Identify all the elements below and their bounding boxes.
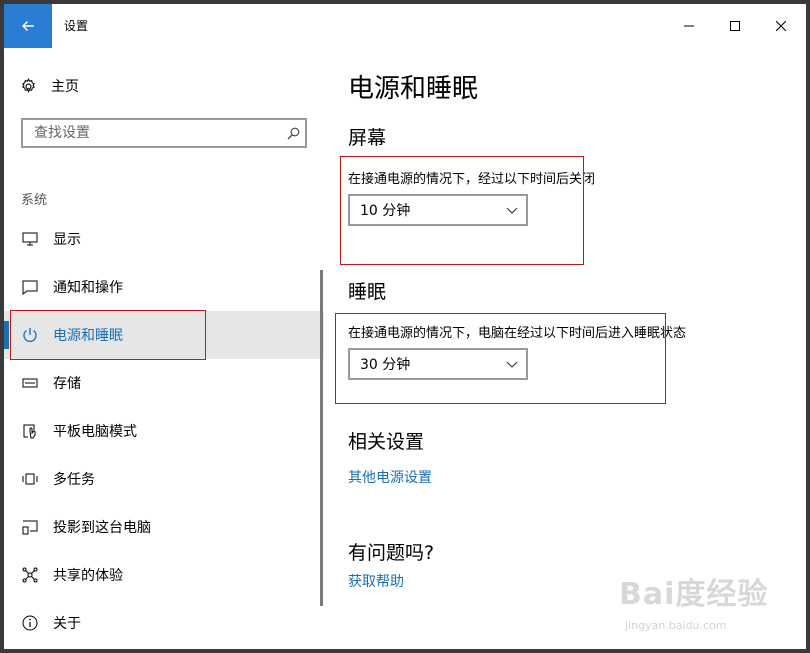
get-help-link[interactable]: 获取帮助 (348, 571, 404, 591)
title-bar: 设置 (4, 4, 806, 48)
sidebar-item-about[interactable]: 关于 (4, 599, 324, 647)
power-icon (21, 326, 39, 344)
drive-icon (21, 374, 39, 392)
sleep-timeout-value: 30 分钟 (360, 357, 411, 373)
additional-power-settings-link[interactable]: 其他电源设置 (348, 467, 432, 487)
search-box[interactable] (21, 118, 307, 148)
sidebar-item-power-sleep[interactable]: 电源和睡眠 (4, 311, 324, 359)
sidebar-item-label: 多任务 (53, 472, 95, 488)
screen-timeout-dropdown[interactable]: 10 分钟 (348, 194, 528, 226)
sleep-timeout-label: 在接通电源的情况下，电脑在经过以下时间后进入睡眠状态 (348, 326, 687, 341)
multitask-icon (21, 470, 39, 488)
maximize-icon (730, 21, 740, 31)
sidebar-item-shared-experiences[interactable]: 共享的体验 (4, 551, 324, 599)
related-settings-heading: 相关设置 (348, 431, 425, 453)
search-input[interactable] (32, 124, 281, 142)
page-title: 电源和睡眠 (348, 74, 479, 104)
sidebar-item-storage[interactable]: 存储 (4, 359, 324, 407)
chevron-down-icon (506, 361, 518, 368)
main-content: 电源和睡眠 屏幕 在接通电源的情况下，经过以下时间后关闭 10 分钟 睡眠 在接… (324, 48, 806, 649)
sidebar-item-label: 关于 (53, 616, 81, 632)
message-icon (21, 278, 39, 296)
sidebar-item-label: 显示 (53, 232, 81, 248)
close-icon (776, 21, 786, 31)
close-button[interactable] (758, 4, 804, 48)
share-icon (21, 566, 39, 584)
home-label: 主页 (51, 79, 79, 95)
sidebar-item-label: 平板电脑模式 (53, 424, 137, 440)
sidebar-item-multitasking[interactable]: 多任务 (4, 455, 324, 503)
screen-timeout-value: 10 分钟 (360, 203, 411, 219)
back-button[interactable] (4, 4, 52, 48)
monitor-icon (21, 230, 39, 248)
question-heading: 有问题吗? (348, 542, 435, 564)
sidebar: 主页 系统 显示 通知和操作 (4, 48, 324, 649)
gear-icon (22, 77, 35, 93)
sidebar-item-project[interactable]: 投影到这台电脑 (4, 503, 324, 551)
sidebar-item-display[interactable]: 显示 (4, 215, 324, 263)
sleep-timeout-dropdown[interactable]: 30 分钟 (348, 348, 528, 380)
section-label-system: 系统 (21, 193, 48, 208)
sidebar-item-notifications[interactable]: 通知和操作 (4, 263, 324, 311)
sidebar-item-label: 投影到这台电脑 (53, 520, 151, 536)
project-icon (21, 518, 39, 536)
tablet-mode-icon (21, 422, 39, 440)
window-title: 设置 (64, 19, 89, 33)
sidebar-item-label: 存储 (53, 376, 81, 392)
sidebar-item-label: 共享的体验 (53, 568, 123, 584)
back-arrow-icon (22, 21, 34, 31)
screen-heading: 屏幕 (348, 127, 387, 149)
sidebar-item-label: 电源和睡眠 (53, 328, 123, 344)
chevron-down-icon (506, 207, 518, 214)
home-link[interactable]: 主页 (20, 74, 79, 98)
sidebar-item-tablet-mode[interactable]: 平板电脑模式 (4, 407, 324, 455)
screen-timeout-label: 在接通电源的情况下，经过以下时间后关闭 (348, 172, 596, 187)
search-icon[interactable] (281, 127, 305, 140)
sidebar-scrollbar[interactable] (320, 270, 323, 606)
minimize-button[interactable] (666, 4, 712, 48)
settings-window: 设置 主页 系统 (4, 4, 806, 649)
sidebar-item-label: 通知和操作 (53, 280, 123, 296)
info-icon (21, 614, 39, 632)
sleep-heading: 睡眠 (348, 281, 387, 303)
minimize-icon (684, 25, 694, 27)
maximize-button[interactable] (712, 4, 758, 48)
